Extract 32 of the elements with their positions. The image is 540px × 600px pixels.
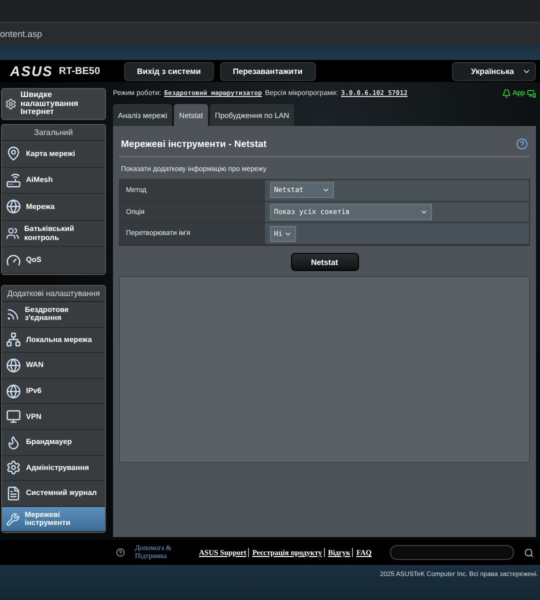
- devices-icon: [527, 88, 536, 98]
- section-title: Додаткові налаштування: [2, 286, 105, 302]
- netstat-button[interactable]: Netstat: [290, 253, 358, 272]
- section-title: Загальний: [2, 125, 105, 141]
- signal-icon: [6, 306, 20, 322]
- header-button[interactable]: Вихід з системи: [124, 62, 214, 80]
- header-button[interactable]: Перезавантажити: [220, 62, 316, 80]
- flame-icon: [6, 434, 21, 450]
- help-icon: [116, 548, 125, 557]
- gauge-icon: [6, 252, 21, 268]
- globe-icon: [6, 384, 21, 399]
- address-text: ontent.asp: [0, 29, 42, 39]
- globe-icon: [6, 199, 21, 214]
- search-field[interactable]: [390, 545, 514, 560]
- language-dropdown[interactable]: Українська: [452, 62, 536, 80]
- network-icon: [6, 332, 21, 348]
- monitor-icon: [6, 409, 21, 424]
- search-icon[interactable]: [524, 548, 534, 558]
- bell-icon: [502, 88, 511, 98]
- model-name: RT-BE50: [58, 66, 100, 76]
- wrench-icon: [6, 512, 20, 527]
- quick-setup-item[interactable]: Швидке налаштування Інтернет: [1, 88, 106, 120]
- document-icon: [6, 486, 21, 501]
- panel-title: Мережеві інструменти - Netstat: [121, 138, 267, 150]
- address-bar[interactable]: ontent.asp: [0, 22, 540, 45]
- settings-icon: [6, 460, 21, 476]
- logo: ASUS: [10, 63, 53, 79]
- help-icon[interactable]: [516, 138, 528, 150]
- users-icon: [6, 226, 20, 242]
- globe-icon: [6, 358, 21, 373]
- router-icon: [6, 172, 21, 188]
- map-pin-icon: [6, 146, 21, 162]
